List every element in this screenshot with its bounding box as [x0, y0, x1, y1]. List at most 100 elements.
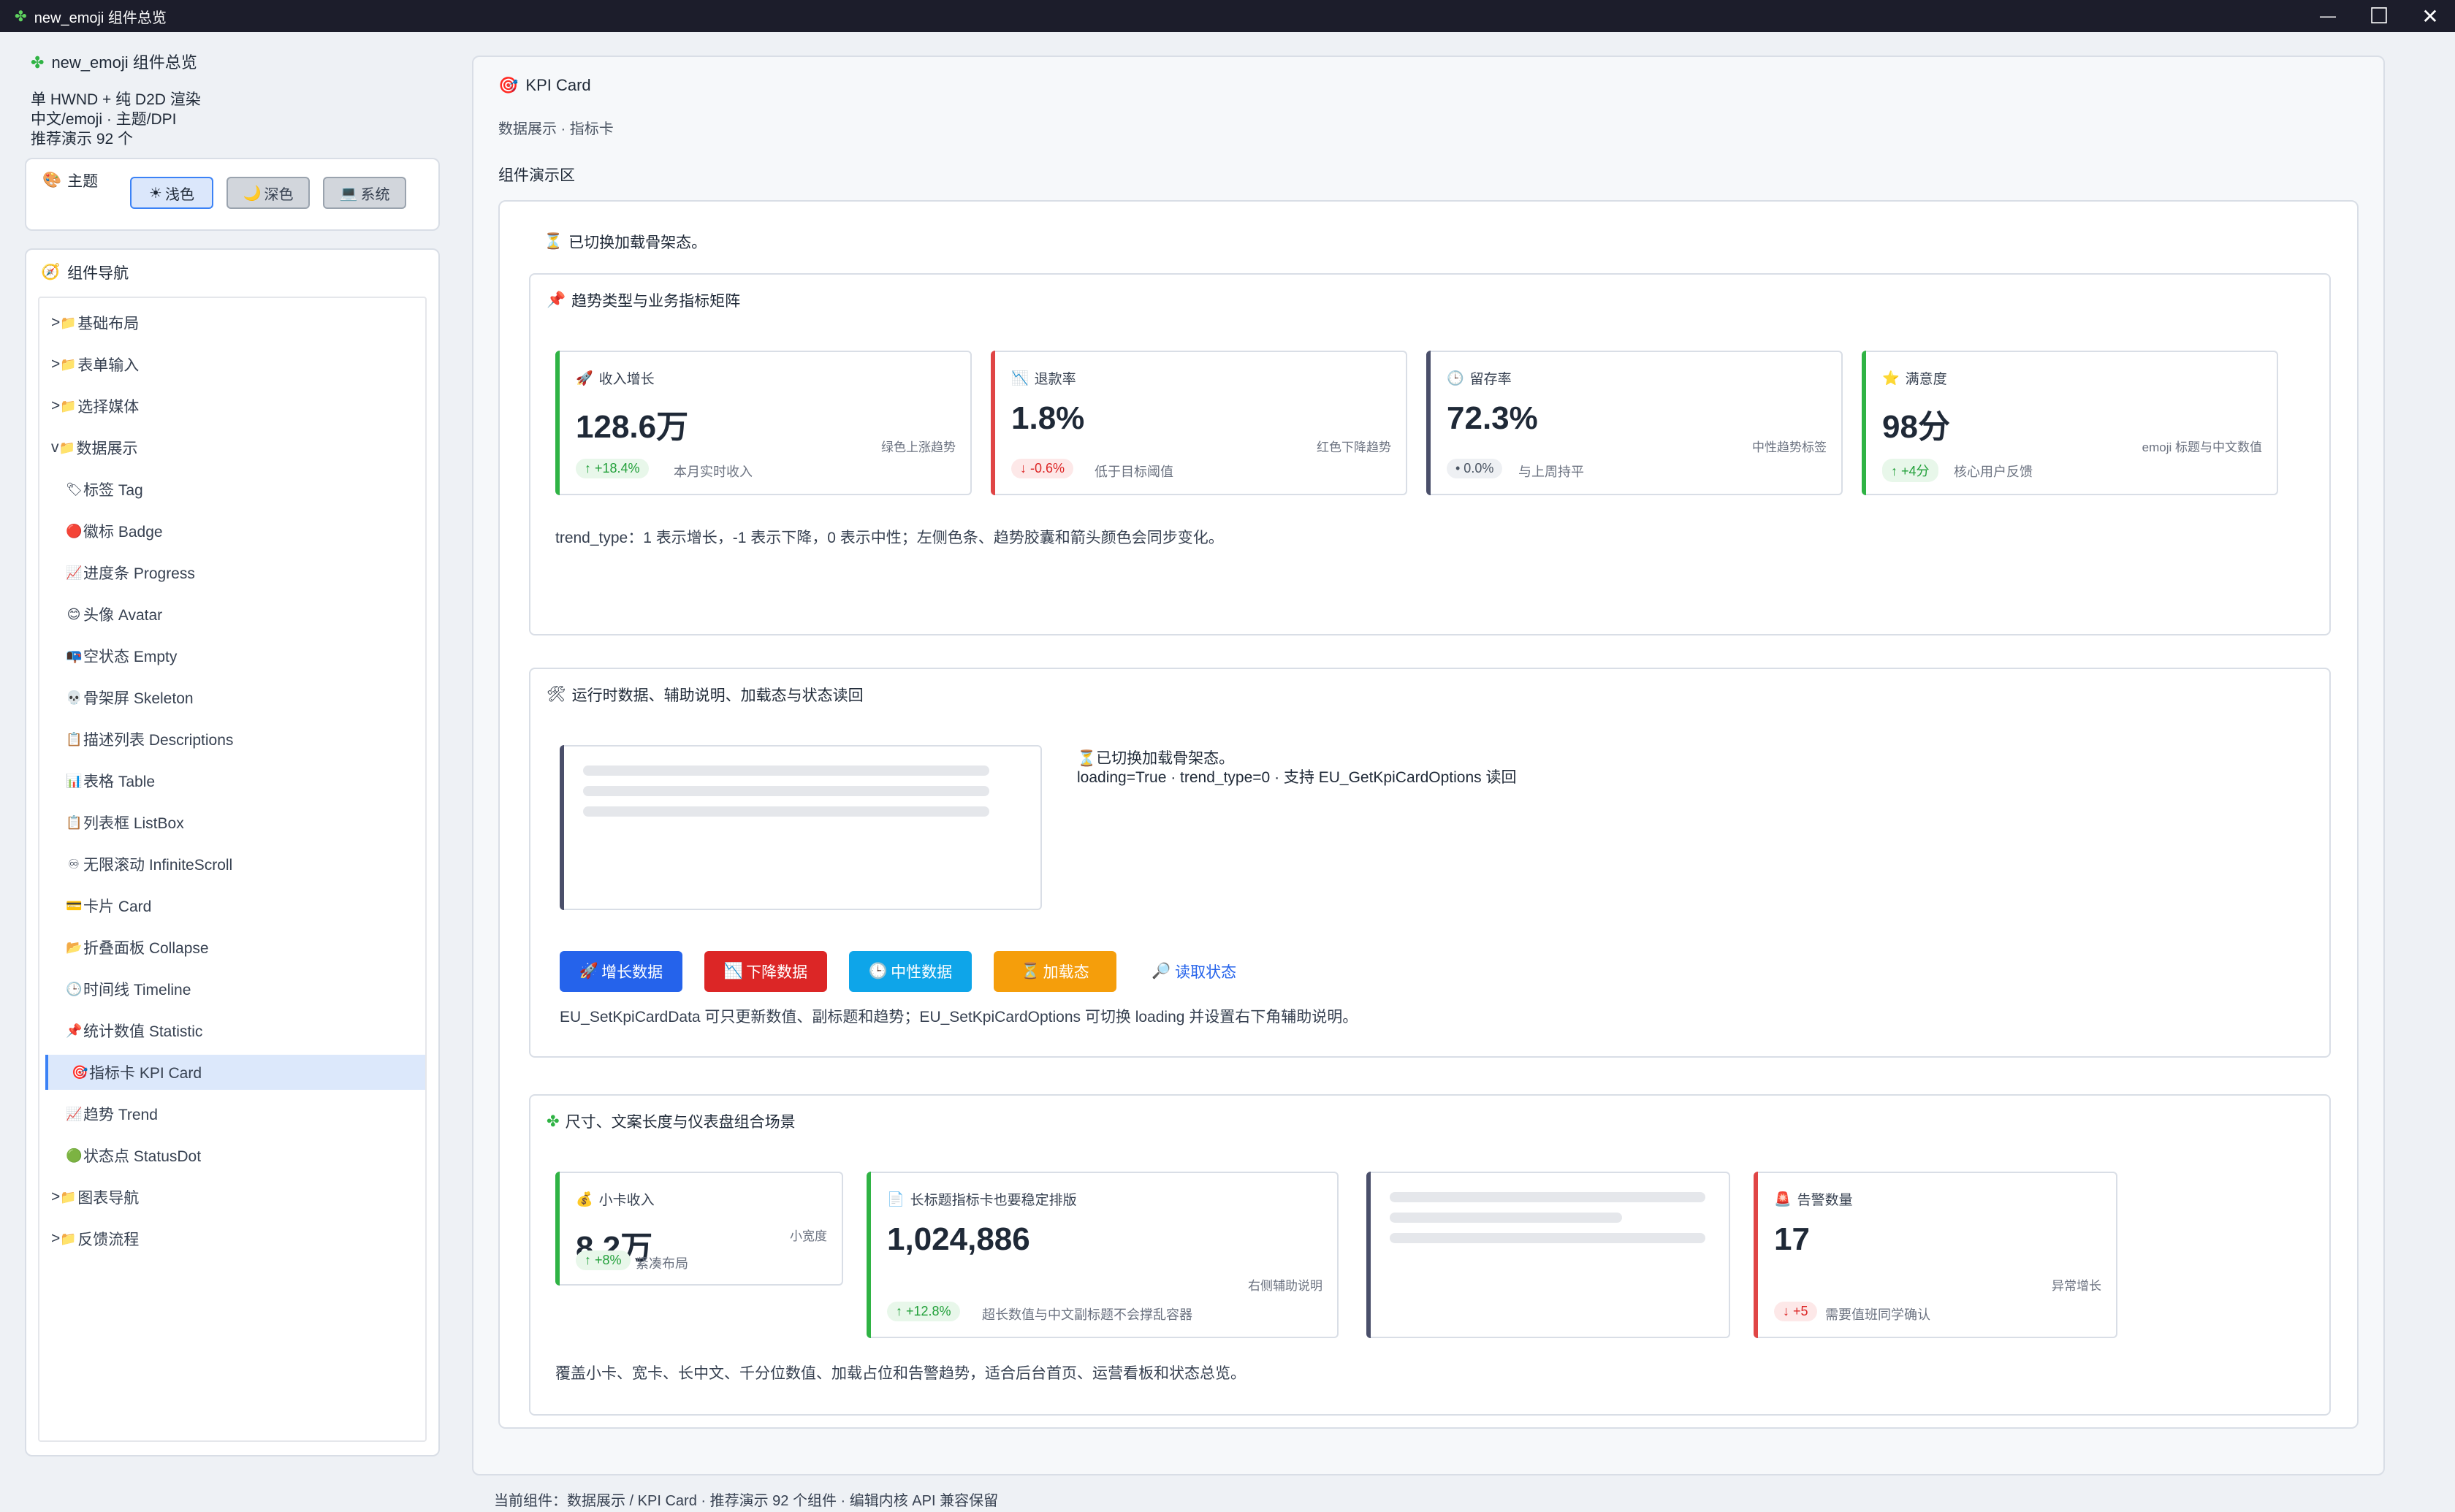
nav-item-icon: 💳	[66, 898, 83, 913]
nav-item[interactable]: 📋 列表框 ListBox	[39, 805, 419, 840]
expand-toggle[interactable]: >	[51, 397, 60, 415]
expand-toggle[interactable]: v	[51, 439, 59, 457]
nav-item[interactable]: > 📁 图表导航	[39, 1180, 419, 1215]
kpi-card: ⭐ 满意度 98分 emoji 标题与中文数值 ↑ +4分 核心用户反馈	[1862, 351, 2278, 495]
page-title: 🎯 KPI Card	[498, 76, 591, 94]
nav-item-label: 反馈流程	[77, 1232, 140, 1248]
kpi-help-text: 需要值班同学确认	[1825, 1307, 1930, 1322]
kpi-icon: 🚨	[1774, 1191, 1792, 1207]
nav-item[interactable]: 📭 空状态 Empty	[39, 638, 419, 673]
button-icon: 🚀	[579, 963, 599, 980]
section-title: 组件演示区	[498, 167, 575, 184]
kpi-card-skeleton	[560, 745, 1042, 910]
nav-item-label: 图表导航	[77, 1190, 140, 1207]
nav-item-icon: 📁	[60, 316, 77, 330]
info-line: 推荐演示 92 个	[31, 131, 134, 148]
nav-item[interactable]: ♾ 无限滚动 InfiniteScroll	[39, 847, 419, 882]
nav-item-label: 基础布局	[77, 316, 140, 332]
nav-item-label: 指标卡 KPI Card	[89, 1065, 202, 1082]
nav-item[interactable]: 🕒 时间线 Timeline	[39, 971, 419, 1007]
trend-pill: ↓ -0.6%	[1011, 459, 1074, 478]
nav-item[interactable]: 📊 表格 Table	[39, 763, 419, 798]
kpi-help-text: 超长数值与中文副标题不会撑乱容器	[982, 1307, 1192, 1322]
kpi-card: 🕒 留存率 72.3% 中性趋势标签 • 0.0% 与上周持平	[1426, 351, 1843, 495]
nav-item[interactable]: > 📁 基础布局	[39, 305, 419, 340]
kpi-value: 98分	[1882, 409, 1950, 445]
nav-item[interactable]: 🟢 状态点 StatusDot	[39, 1138, 419, 1173]
nav-item-icon: 🕒	[66, 982, 83, 996]
theme-dark-button[interactable]: 🌙 深色	[227, 177, 310, 209]
kpi-help-text: 低于目标阈值	[1095, 465, 1173, 479]
nav-item[interactable]: 🎯 指标卡 KPI Card	[45, 1055, 425, 1090]
kpi-label: ⭐ 满意度	[1882, 370, 1947, 388]
info-line: 单 HWND + 纯 D2D 渲染	[31, 91, 201, 108]
nav-item-label: 徽标 Badge	[83, 524, 163, 541]
nav-item-label: 表格 Table	[83, 774, 156, 790]
trend-color-bar	[867, 1172, 871, 1338]
nav-item-label: 列表框 ListBox	[83, 815, 184, 832]
theme-light-button[interactable]: ☀ 浅色	[130, 177, 213, 209]
target-icon: 🎯	[498, 76, 519, 94]
nav-item[interactable]: 📌 统计数值 Statistic	[39, 1013, 419, 1048]
nav-item[interactable]: 🏷 标签 Tag	[39, 472, 419, 507]
nav-tree[interactable]: > 📁 基础布局 > 📁 表单输入 > 📁 选择媒体 v 📁 数据展示 🏷 标签 Tag 🔴 徽标 Badge…	[38, 297, 427, 1442]
trend-pill: ↑ +12.8%	[887, 1302, 960, 1321]
nav-item[interactable]: 📈 趋势 Trend	[39, 1096, 419, 1131]
expand-toggle[interactable]: >	[51, 1230, 60, 1248]
kpi-side-note: 右侧辅助说明	[1248, 1279, 1322, 1293]
group-title: 🛠 运行时数据、辅助说明、加载态与状态读回	[547, 686, 864, 704]
nav-item[interactable]: > 📁 反馈流程	[39, 1221, 419, 1256]
window-title-bar: ✤ new_emoji 组件总览	[0, 0, 2455, 32]
nav-item-icon: 📁	[60, 1190, 77, 1204]
close-button[interactable]: ✕	[2394, 0, 2455, 32]
nav-item[interactable]: 🔴 徽标 Badge	[39, 513, 419, 549]
nav-item[interactable]: 📋 描述列表 Descriptions	[39, 722, 419, 757]
kpi-label: 🕒 留存率	[1447, 370, 1512, 388]
nav-item-label: 统计数值 Statistic	[83, 1023, 203, 1040]
nav-item-label: 折叠面板 Collapse	[83, 940, 209, 957]
nav-item[interactable]: 💀 骨架屏 Skeleton	[39, 680, 419, 715]
nav-item-icon: 📊	[66, 774, 83, 788]
nav-item-label: 卡片 Card	[83, 898, 152, 915]
status-readout: ⏳已切换加载骨架态。 loading=True · trend_type=0 ·…	[1077, 750, 1517, 786]
expand-toggle[interactable]: >	[51, 356, 60, 373]
expand-toggle[interactable]: >	[51, 1188, 60, 1206]
action-button[interactable]: 🚀 增长数据	[560, 951, 682, 992]
window-title: new_emoji 组件总览	[34, 9, 167, 26]
info-line: 中文/emoji · 主题/DPI	[31, 111, 177, 128]
theme-label: 🎨 主题	[42, 172, 99, 190]
read-state-link[interactable]: 🔎 读取状态	[1152, 951, 1236, 992]
group-title: 📌 趋势类型与业务指标矩阵	[547, 291, 741, 310]
kpi-label: 🚨 告警数量	[1774, 1191, 1853, 1209]
nav-item[interactable]: 📈 进度条 Progress	[39, 555, 419, 590]
kpi-card: 💰 小卡收入 8.2万 小宽度 ↑ +8% 紧凑布局	[555, 1172, 843, 1286]
expand-toggle[interactable]: >	[51, 314, 60, 332]
nav-item-label: 数据展示	[76, 440, 138, 457]
action-button[interactable]: ⏳ 加载态	[994, 951, 1116, 992]
kpi-side-note: 小宽度	[790, 1229, 827, 1243]
nav-title: 🧭 组件导航	[41, 264, 129, 282]
kpi-value: 17	[1774, 1221, 1810, 1257]
kpi-side-note: 红色下降趋势	[1317, 440, 1391, 454]
hourglass-icon: ⏳	[1077, 750, 1097, 767]
nav-item-icon: 🟢	[66, 1148, 83, 1163]
trend-color-bar	[991, 351, 995, 495]
kpi-card: 📉 退款率 1.8% 红色下降趋势 ↓ -0.6% 低于目标阈值	[991, 351, 1407, 495]
nav-item-icon: 📌	[66, 1023, 83, 1038]
nav-item[interactable]: 📂 折叠面板 Collapse	[39, 930, 419, 965]
action-button[interactable]: 📉 下降数据	[704, 951, 827, 992]
nav-item[interactable]: v 📁 数据展示	[39, 430, 419, 465]
nav-item-label: 骨架屏 Skeleton	[83, 690, 194, 707]
nav-item[interactable]: > 📁 表单输入	[39, 347, 419, 382]
nav-item-icon: 📁	[60, 357, 77, 372]
nav-item[interactable]: > 📁 选择媒体	[39, 389, 419, 424]
nav-item[interactable]: 💳 卡片 Card	[39, 888, 419, 923]
action-button[interactable]: 🕒 中性数据	[849, 951, 972, 992]
group-description: 覆盖小卡、宽卡、长中文、千分位数值、加载占位和告警趋势，适合后台首页、运营看板和…	[555, 1365, 1246, 1382]
nav-item[interactable]: 😊 头像 Avatar	[39, 597, 419, 632]
trend-color-bar	[555, 351, 560, 495]
kpi-icon: 📄	[887, 1191, 905, 1207]
trend-color-bar	[1862, 351, 1866, 495]
button-icon: ⏳	[1021, 963, 1040, 980]
theme-system-button[interactable]: 💻 系统	[323, 177, 406, 209]
